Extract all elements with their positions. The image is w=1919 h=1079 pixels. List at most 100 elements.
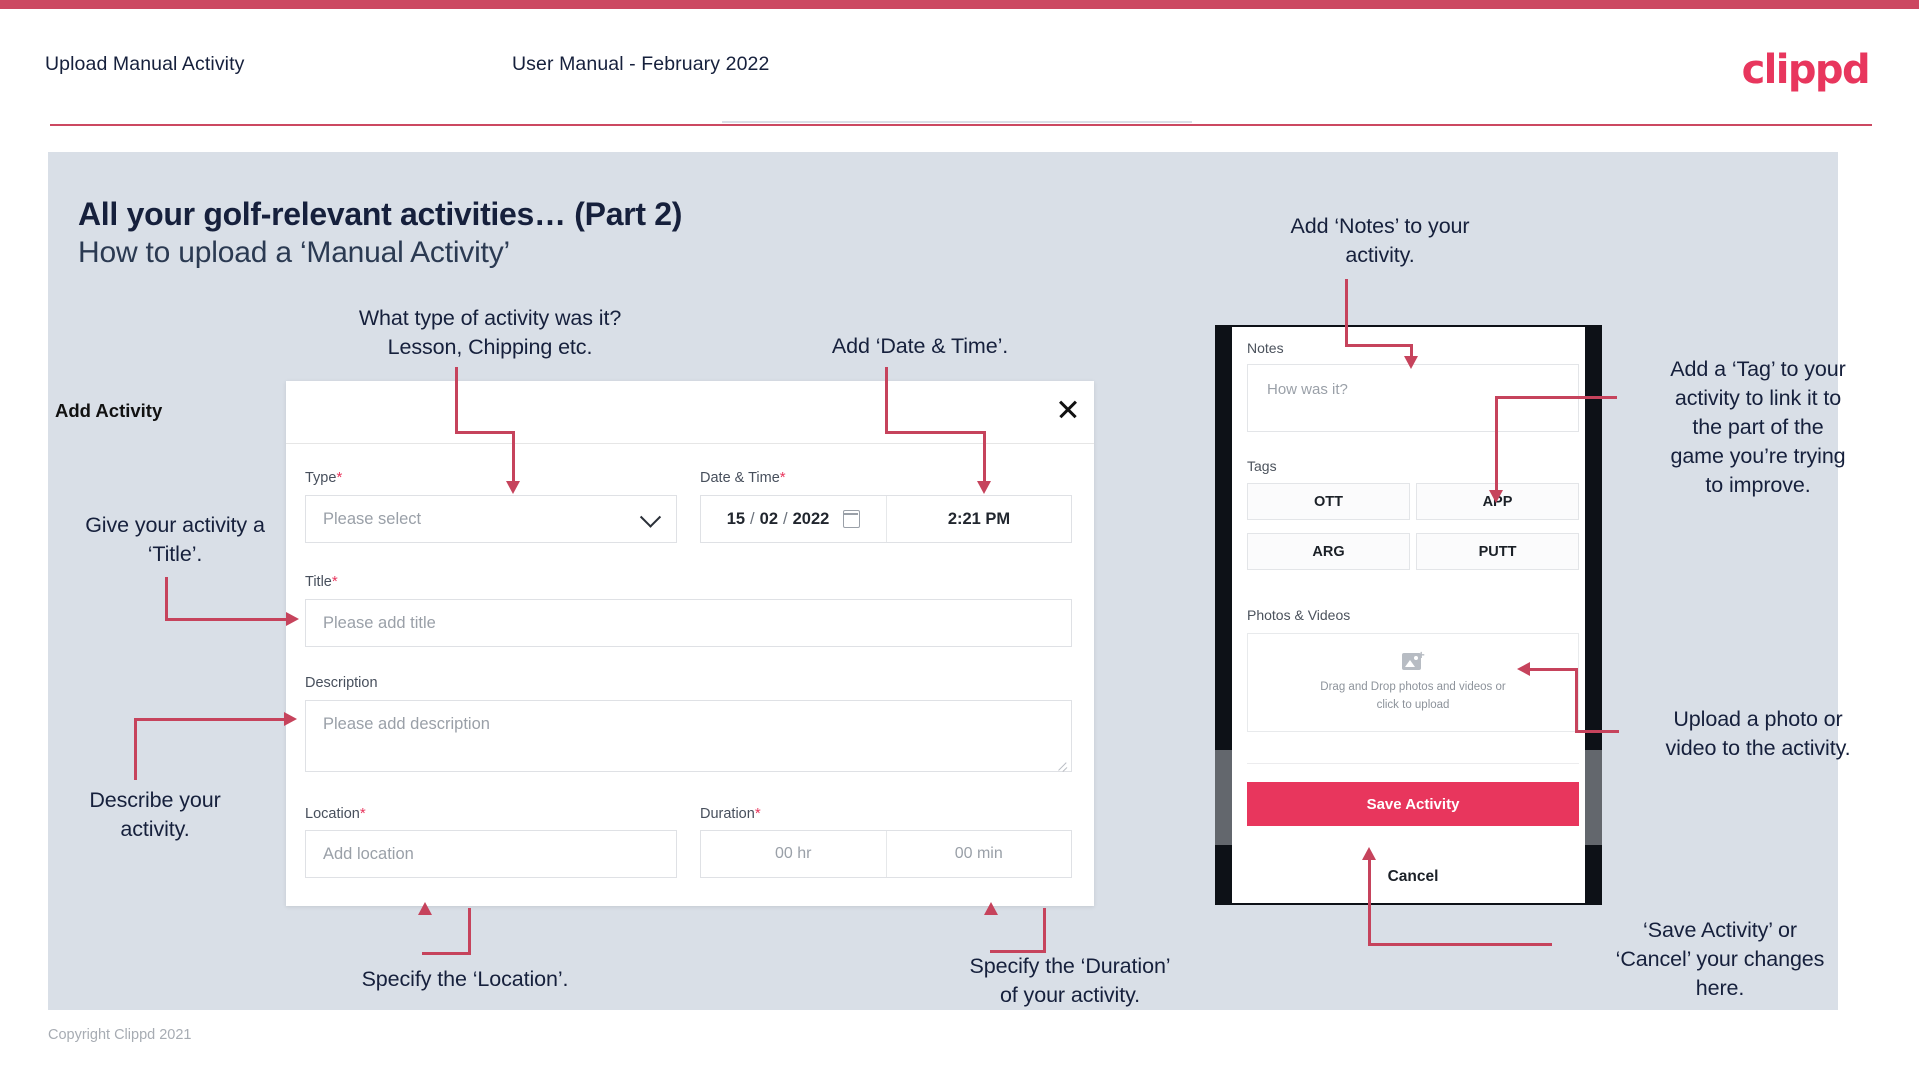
title-input[interactable]: Please add title: [305, 599, 1072, 647]
annotation-description-line-2: activity.: [120, 817, 190, 841]
header-rule-secondary: [722, 121, 1192, 123]
annotation-tag: Add a ‘Tag’ to your activity to link it …: [1618, 355, 1898, 500]
media-dropzone[interactable]: + Drag and Drop photos and videos or cli…: [1247, 633, 1579, 732]
arrow-notes-seg-v1: [1345, 279, 1348, 346]
type-select[interactable]: Please select: [305, 495, 677, 543]
description-textarea[interactable]: Please add description: [305, 700, 1072, 772]
arrow-dt-seg-v2: [983, 431, 986, 487]
type-placeholder: Please select: [323, 509, 422, 528]
notes-label: Notes: [1247, 340, 1284, 356]
annotation-save-line-3: here.: [1695, 976, 1745, 1000]
annotation-tag-line-2: activity to link it to: [1674, 386, 1842, 410]
annotation-save: ‘Save Activity’ or ‘Cancel’ your changes…: [1560, 916, 1880, 1003]
date-month: 02: [759, 509, 778, 528]
location-label-text: Location: [305, 806, 360, 822]
title-label: Title*: [305, 573, 338, 590]
modal-divider: [286, 443, 1094, 444]
arrow-desc-seg-h: [134, 718, 286, 721]
chevron-down-icon: [639, 506, 662, 528]
clippd-logo: clippd: [1741, 47, 1871, 93]
arrow-dur-head: [984, 902, 998, 915]
add-image-icon: +: [1401, 649, 1425, 670]
annotation-tag-line-4: game you’re trying: [1670, 444, 1846, 468]
annotation-notes: Add ‘Notes’ to your activity.: [1245, 212, 1515, 270]
duration-minutes-input[interactable]: 00 min: [887, 831, 1072, 877]
title-placeholder: Please add title: [323, 613, 436, 632]
date-day: 15: [726, 509, 746, 528]
arrow-save-seg-h: [1368, 943, 1552, 946]
tag-putt[interactable]: PUTT: [1416, 533, 1579, 570]
arrow-dt-seg-v1: [885, 367, 888, 433]
arrow-upload-seg-v: [1575, 668, 1578, 732]
annotation-upload: Upload a photo or video to the activity.: [1618, 705, 1898, 763]
duration-field[interactable]: 00 hr 00 min: [700, 830, 1072, 878]
datetime-field[interactable]: 15 / 02 / 2022 2:21 PM: [700, 495, 1072, 543]
annotation-duration-line-2: of your activity.: [999, 983, 1141, 1007]
resize-handle-icon[interactable]: [1057, 758, 1068, 772]
annotation-title-line-2: ‘Title’.: [147, 542, 203, 566]
arrow-notes-seg-h: [1345, 344, 1412, 347]
arrow-upload-seg-h1: [1528, 668, 1578, 671]
arrow-save-seg-v: [1368, 853, 1371, 945]
annotation-upload-line-2: video to the activity.: [1665, 736, 1851, 760]
location-placeholder: Add location: [323, 844, 414, 863]
time-input[interactable]: 2:21 PM: [887, 496, 1071, 542]
type-label-text: Type: [305, 470, 337, 486]
page-header: Upload Manual Activity User Manual - Feb…: [0, 9, 1919, 123]
arrow-dur-seg-v: [1043, 908, 1046, 953]
annotation-datetime: Add ‘Date & Time’.: [831, 334, 1009, 358]
header-rule: [50, 124, 1872, 126]
annotation-description: Describe your activity.: [30, 786, 280, 844]
arrow-desc-head: [284, 712, 297, 726]
annotation-tag-line-3: the part of the: [1692, 415, 1824, 439]
arrow-loc-seg-v: [468, 908, 471, 955]
type-required-asterisk: *: [336, 469, 343, 486]
description-label-text: Description: [305, 675, 378, 691]
arrow-type-seg-h: [455, 431, 514, 434]
arrow-type-seg-v1: [455, 367, 458, 433]
arrow-loc-head: [418, 902, 432, 915]
phone-bezel-left-accent: [1215, 750, 1232, 845]
tags-label: Tags: [1247, 458, 1277, 474]
date-sep-1: /: [750, 509, 755, 528]
arrow-desc-seg-v: [134, 718, 137, 780]
arrow-dt-seg-h: [885, 431, 985, 434]
arrow-type-seg-v2: [512, 431, 515, 487]
modal-title: Add Activity: [55, 400, 163, 421]
notes-placeholder: How was it?: [1267, 381, 1348, 398]
arrow-dt-head: [977, 481, 991, 494]
media-hint-line-1: Drag and Drop photos and videos or: [1320, 680, 1506, 693]
description-label: Description: [305, 675, 378, 691]
arrow-dur-seg-h: [990, 950, 1046, 953]
phone-divider: [1247, 763, 1579, 764]
datetime-label: Date & Time*: [700, 469, 786, 486]
annotation-title: Give your activity a ‘Title’.: [30, 511, 320, 569]
slide-subheading: How to upload a ‘Manual Activity’: [78, 236, 510, 269]
tag-ott[interactable]: OTT: [1247, 483, 1410, 520]
close-icon[interactable]: [1055, 396, 1081, 422]
tag-arg[interactable]: ARG: [1247, 533, 1410, 570]
footer-copyright: Copyright Clippd 2021: [48, 1027, 192, 1043]
phone-bezel-right-accent: [1585, 750, 1602, 845]
annotation-upload-line-1: Upload a photo or: [1673, 707, 1843, 731]
annotation-save-line-2: ‘Cancel’ your changes: [1615, 947, 1825, 971]
duration-hours-input[interactable]: 00 hr: [701, 831, 887, 877]
annotation-type-line-2: Lesson, Chipping etc.: [387, 335, 593, 359]
annotation-location: Specify the ‘Location’.: [361, 967, 569, 991]
datetime-required-asterisk: *: [779, 469, 786, 486]
duration-label: Duration*: [700, 805, 761, 822]
description-placeholder: Please add description: [323, 715, 490, 733]
date-year: 2022: [792, 509, 830, 528]
save-activity-button[interactable]: Save Activity: [1247, 782, 1579, 826]
location-input[interactable]: Add location: [305, 830, 677, 878]
date-input[interactable]: 15 / 02 / 2022: [701, 496, 887, 542]
arrow-tag-head: [1489, 490, 1503, 503]
annotation-type-line-1: What type of activity was it?: [358, 306, 622, 330]
slide-heading: All your golf-relevant activities… (Part…: [78, 196, 683, 232]
location-label: Location*: [305, 805, 366, 822]
media-hint-line-2: click to upload: [1376, 698, 1450, 711]
cancel-button[interactable]: Cancel: [1247, 868, 1579, 886]
title-required-asterisk: *: [331, 573, 338, 590]
calendar-icon[interactable]: [843, 510, 861, 528]
arrow-tag-seg-h: [1495, 396, 1617, 399]
